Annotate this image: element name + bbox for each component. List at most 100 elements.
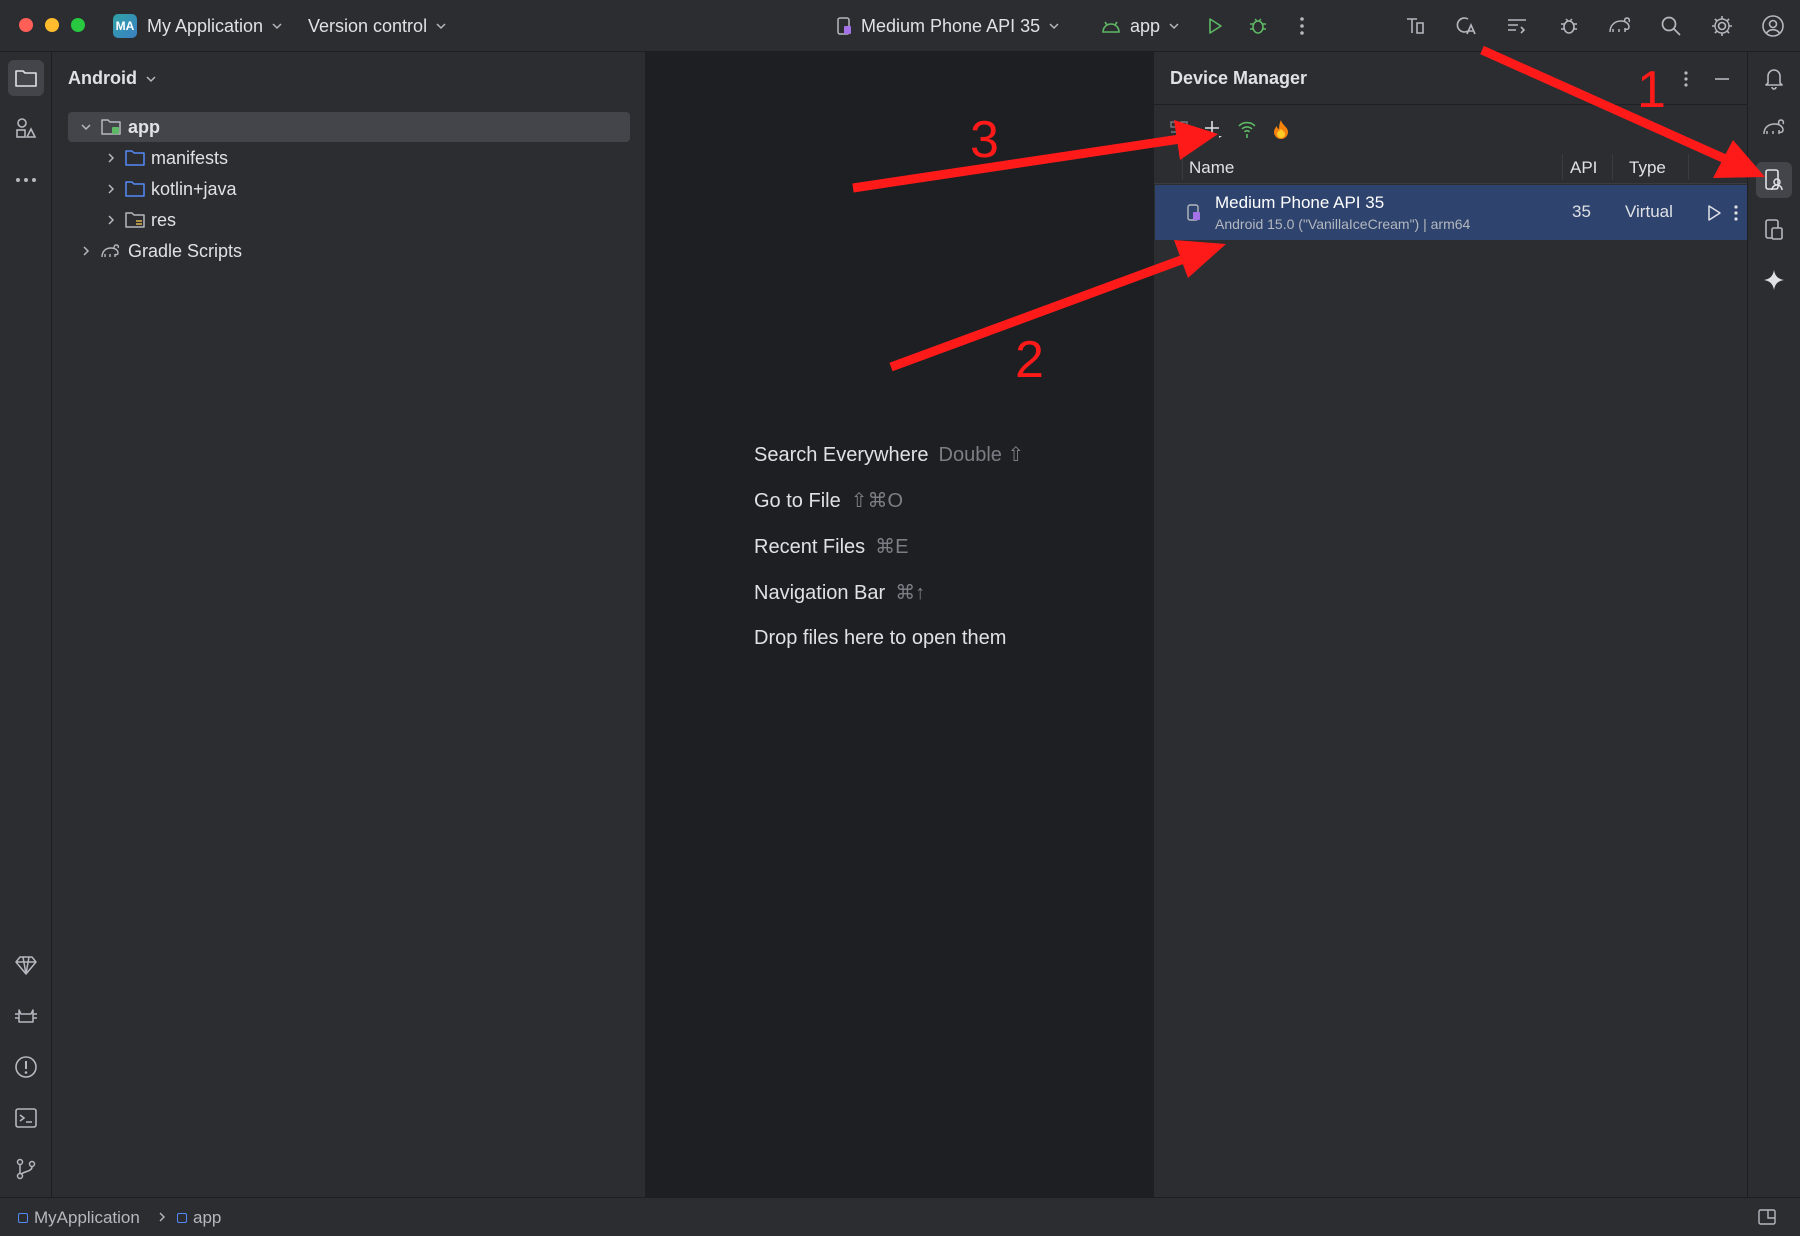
add-device-button[interactable] (1200, 116, 1226, 142)
bug-icon (1250, 18, 1266, 34)
android-icon (1102, 21, 1120, 33)
tree-item-app[interactable]: app (68, 112, 630, 142)
run-button[interactable] (1201, 12, 1229, 40)
cat-icon (15, 1009, 37, 1023)
tree-item-res[interactable]: res (68, 205, 630, 235)
device-icon (837, 17, 851, 35)
column-header-api[interactable]: API (1570, 158, 1597, 178)
chevron-down-icon (146, 75, 156, 82)
elephant-icon (1763, 119, 1785, 135)
play-icon (1209, 18, 1222, 34)
search-icon (1661, 16, 1681, 36)
settings-button[interactable] (1708, 12, 1736, 40)
translate-icon (1456, 17, 1476, 35)
resource-folder-icon (125, 212, 145, 228)
logcat-button[interactable] (8, 998, 44, 1034)
hint-go-to-file: Go to File ⇧⌘O (754, 490, 904, 512)
virtual-device-icon (1187, 204, 1200, 221)
chevron-down-icon (1049, 23, 1059, 30)
left-tool-strip (0, 52, 52, 1197)
running-devices-button[interactable] (1756, 212, 1792, 248)
hide-panel-button[interactable] (1709, 66, 1735, 92)
column-divider (1562, 154, 1563, 180)
firebase-icon (1274, 120, 1288, 139)
device-actions-button[interactable] (1723, 200, 1749, 226)
gear-icon (1712, 16, 1732, 36)
version-control-label: Version control (308, 15, 428, 36)
window-maximize-button[interactable] (71, 18, 85, 32)
gem-icon (15, 956, 37, 975)
device-row[interactable]: Medium Phone API 35 Android 15.0 ("Vanil… (1155, 185, 1748, 240)
sync-project-button[interactable] (1401, 12, 1429, 40)
device-manager-options-button[interactable] (1673, 66, 1699, 92)
device-manager-tool-button[interactable] (1756, 162, 1792, 198)
list-icon (1508, 19, 1526, 34)
account-button[interactable] (1759, 12, 1787, 40)
chevron-down-icon (436, 23, 446, 30)
chevron-down-icon[interactable] (78, 121, 94, 133)
device-type: Virtual (1625, 202, 1673, 221)
gradle-tool-button[interactable] (1756, 110, 1792, 146)
column-divider (1688, 154, 1689, 180)
gradle-elephant-icon (101, 244, 120, 258)
bell-icon (1765, 69, 1783, 90)
tree-item-label: kotlin+java (151, 178, 237, 199)
device-selector[interactable]: Medium Phone API 35 (835, 0, 1060, 52)
tree-item-kotlin-java[interactable]: kotlin+java (68, 174, 630, 204)
project-view-selector[interactable]: Android (68, 68, 157, 89)
run-config-selector[interactable]: app (1100, 0, 1180, 52)
project-view-label: Android (68, 68, 137, 88)
pair-device-wifi-button[interactable] (1234, 116, 1260, 142)
sparkle-icon (1764, 270, 1784, 290)
column-header-name[interactable]: Name (1189, 158, 1234, 178)
terminal-button[interactable] (8, 1100, 44, 1136)
version-control-tool-button[interactable] (8, 1151, 44, 1187)
window-close-button[interactable] (19, 18, 33, 32)
group-devices-button[interactable] (1166, 116, 1192, 142)
chevron-right-icon[interactable] (103, 183, 119, 195)
version-control-menu[interactable]: Version control (308, 0, 447, 52)
build-variants-button[interactable] (8, 947, 44, 983)
user-icon (1762, 15, 1784, 37)
annotation-number-1: 1 (1637, 61, 1666, 119)
play-icon (1708, 205, 1721, 221)
breadcrumb-module[interactable]: app (177, 1208, 221, 1228)
more-actions-button[interactable] (1288, 12, 1316, 40)
column-header-type[interactable]: Type (1629, 158, 1666, 178)
gemini-button[interactable] (1756, 262, 1792, 298)
annotation-number-2: 2 (1015, 331, 1044, 389)
hint-search-everywhere: Search Everywhere Double ⇧ (754, 444, 1025, 466)
chevron-right-icon[interactable] (78, 245, 94, 257)
module-folder-icon (101, 119, 121, 135)
breadcrumb-project[interactable]: MyApplication (18, 1208, 140, 1228)
editor-empty-area[interactable]: Search Everywhere Double ⇧ Go to File ⇧⌘O … (646, 52, 1153, 1197)
project-badge: MA (113, 14, 137, 38)
chevron-down-icon (272, 23, 282, 30)
search-everywhere-button[interactable] (1657, 12, 1685, 40)
tree-item-gradle-scripts[interactable]: Gradle Scripts (68, 236, 630, 266)
plus-icon (1205, 121, 1222, 138)
column-divider (1182, 154, 1183, 180)
window-minimize-button[interactable] (45, 18, 59, 32)
debug-button[interactable] (1244, 12, 1272, 40)
tree-item-manifests[interactable]: manifests (68, 143, 630, 173)
resource-manager-button[interactable] (8, 110, 44, 146)
code-with-me-button[interactable] (1503, 12, 1531, 40)
project-panel: Android app manifests kotlin+java res Gr… (52, 52, 646, 1197)
translations-button[interactable] (1452, 12, 1480, 40)
running-devices-icon (1765, 219, 1783, 240)
problems-button[interactable] (8, 1049, 44, 1085)
chevron-right-icon[interactable] (103, 214, 119, 226)
device-selector-label: Medium Phone API 35 (861, 15, 1041, 36)
app-inspection-button[interactable] (1555, 12, 1583, 40)
firebase-test-lab-button[interactable] (1268, 116, 1294, 142)
panel-toggle-icon[interactable] (1757, 1208, 1777, 1226)
folder-icon (125, 150, 145, 166)
chevron-right-icon[interactable] (103, 152, 119, 164)
more-tools-button[interactable] (8, 162, 44, 198)
project-tool-button[interactable] (8, 60, 44, 96)
device-name: Medium Phone API 35 (1215, 193, 1385, 212)
project-selector[interactable]: MA My Application (113, 0, 283, 52)
notifications-button[interactable] (1756, 60, 1792, 96)
gradle-button[interactable] (1606, 12, 1634, 40)
